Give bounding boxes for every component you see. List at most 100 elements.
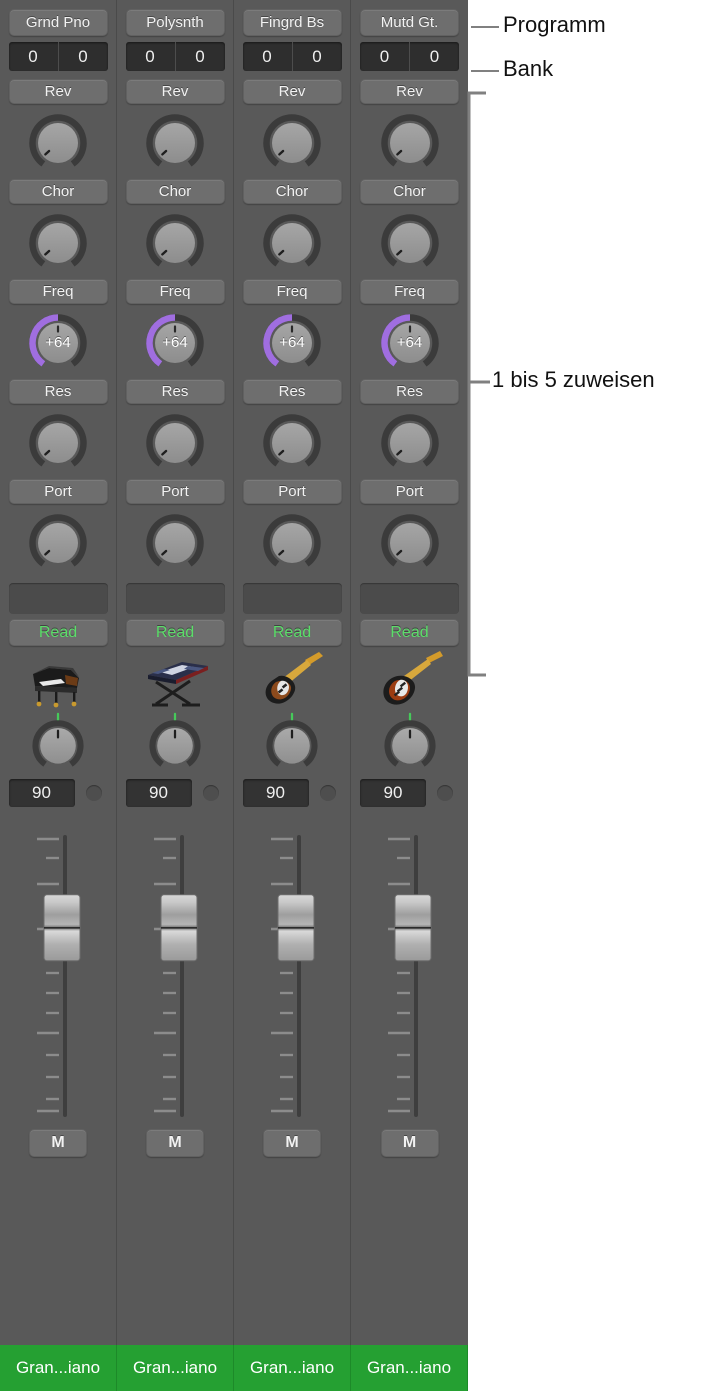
knob-rev[interactable] xyxy=(378,110,442,174)
level-value-field[interactable]: 90 xyxy=(8,779,75,807)
knob-chor[interactable] xyxy=(378,210,442,274)
parameter-label-port[interactable]: Port xyxy=(125,479,225,504)
pan-knob[interactable] xyxy=(145,712,205,772)
knob-freq[interactable]: +64 xyxy=(26,310,90,374)
level-value-row: 90 xyxy=(242,779,342,807)
knob-chor[interactable] xyxy=(143,210,207,274)
knob-port[interactable] xyxy=(260,510,324,574)
knob-rev[interactable] xyxy=(260,110,324,174)
automation-blank-slot[interactable] xyxy=(125,583,225,614)
knob-port[interactable] xyxy=(26,510,90,574)
track-name-plate[interactable]: Gran...iano xyxy=(234,1345,351,1391)
mute-button[interactable]: M xyxy=(29,1129,87,1157)
program-name-button[interactable]: Fingrd Bs xyxy=(242,9,342,36)
channel-strip-3: Fingrd Bs 0 0 Rev Chor Freq +64 Res Port Read… xyxy=(234,0,351,1391)
electric-guitar-icon xyxy=(360,648,459,710)
knob-chor[interactable] xyxy=(260,210,324,274)
parameter-label-freq[interactable]: Freq xyxy=(360,279,459,304)
knob-freq[interactable]: +64 xyxy=(378,310,442,374)
automation-blank-slot[interactable] xyxy=(8,583,108,614)
parameter-label-port[interactable]: Port xyxy=(8,479,108,504)
bank-value[interactable]: 0 xyxy=(360,42,410,71)
track-name-plate[interactable]: Gran...iano xyxy=(117,1345,234,1391)
parameter-label-chor[interactable]: Chor xyxy=(242,179,342,204)
automation-mode-button[interactable]: Read xyxy=(8,619,108,646)
pan-knob[interactable] xyxy=(262,712,322,772)
parameter-label-rev[interactable]: Rev xyxy=(8,79,108,104)
program-value[interactable]: 0 xyxy=(59,42,108,71)
program-value[interactable]: 0 xyxy=(176,42,225,71)
activity-led-icon xyxy=(85,785,102,801)
knob-res[interactable] xyxy=(143,410,207,474)
knob-chor[interactable] xyxy=(26,210,90,274)
callout-label-assign: 1 bis 5 zuweisen xyxy=(492,367,655,392)
parameter-knob-group: Rev Chor Freq +64 Res Port xyxy=(8,71,108,579)
bank-program-field[interactable]: 0 0 xyxy=(242,42,342,71)
knob-freq[interactable]: +64 xyxy=(260,310,324,374)
channel-strip-2: Polysnth 0 0 Rev Chor Freq +64 Res Port Read … xyxy=(117,0,234,1391)
bank-program-field[interactable]: 0 0 xyxy=(125,42,225,71)
parameter-label-res[interactable]: Res xyxy=(125,379,225,404)
program-value[interactable]: 0 xyxy=(410,42,459,71)
parameter-label-chor[interactable]: Chor xyxy=(125,179,225,204)
parameter-label-port[interactable]: Port xyxy=(360,479,459,504)
knob-port[interactable] xyxy=(378,510,442,574)
knob-res[interactable] xyxy=(260,410,324,474)
knob-rev[interactable] xyxy=(26,110,90,174)
automation-mode-button[interactable]: Read xyxy=(242,619,342,646)
program-name-button[interactable]: Mutd Gt. xyxy=(360,9,459,36)
automation-blank-slot[interactable] xyxy=(360,583,459,614)
knob-rev[interactable] xyxy=(143,110,207,174)
volume-fader[interactable] xyxy=(360,827,459,1119)
parameter-label-res[interactable]: Res xyxy=(8,379,108,404)
mute-button[interactable]: M xyxy=(263,1129,321,1157)
level-value-field[interactable]: 90 xyxy=(125,779,192,807)
track-name-plate[interactable]: Gran...iano xyxy=(0,1345,117,1391)
automation-mode-button[interactable]: Read xyxy=(360,619,459,646)
automation-mode-button[interactable]: Read xyxy=(125,619,225,646)
parameter-label-rev[interactable]: Rev xyxy=(360,79,459,104)
knob-res[interactable] xyxy=(26,410,90,474)
level-value-field[interactable]: 90 xyxy=(360,779,426,807)
pan-knob[interactable] xyxy=(28,712,88,772)
parameter-label-rev[interactable]: Rev xyxy=(242,79,342,104)
level-value-row: 90 xyxy=(360,779,459,807)
callout-label-bank: Bank xyxy=(503,56,554,81)
parameter-label-res[interactable]: Res xyxy=(360,379,459,404)
mute-button[interactable]: M xyxy=(146,1129,204,1157)
knob-freq[interactable]: +64 xyxy=(143,310,207,374)
bank-value[interactable]: 0 xyxy=(126,42,176,71)
bank-program-field[interactable]: 0 0 xyxy=(360,42,459,71)
volume-fader[interactable] xyxy=(243,827,342,1119)
bank-value[interactable]: 0 xyxy=(243,42,293,71)
keyboard-stand-icon xyxy=(126,648,225,710)
program-value[interactable]: 0 xyxy=(293,42,342,71)
bank-program-field[interactable]: 0 0 xyxy=(8,42,108,71)
mute-button[interactable]: M xyxy=(380,1129,439,1157)
parameter-label-freq[interactable]: Freq xyxy=(125,279,225,304)
volume-fader[interactable] xyxy=(9,827,108,1119)
knob-res[interactable] xyxy=(378,410,442,474)
parameter-label-freq[interactable]: Freq xyxy=(8,279,108,304)
grand-piano-icon xyxy=(9,648,108,710)
parameter-label-freq[interactable]: Freq xyxy=(242,279,342,304)
parameter-knob-group: Rev Chor Freq +64 Res Port xyxy=(360,71,459,579)
automation-blank-slot[interactable] xyxy=(242,583,342,614)
parameter-label-chor[interactable]: Chor xyxy=(8,179,108,204)
volume-fader[interactable] xyxy=(126,827,225,1119)
parameter-label-rev[interactable]: Rev xyxy=(125,79,225,104)
knob-port[interactable] xyxy=(143,510,207,574)
program-name-button[interactable]: Grnd Pno xyxy=(8,9,108,36)
pan-knob[interactable] xyxy=(380,712,440,772)
parameter-label-res[interactable]: Res xyxy=(242,379,342,404)
level-value-field[interactable]: 90 xyxy=(242,779,309,807)
callout-label-programm: Programm xyxy=(503,12,606,37)
parameter-label-port[interactable]: Port xyxy=(242,479,342,504)
bank-value[interactable]: 0 xyxy=(9,42,59,71)
track-name-plate[interactable]: Gran...iano xyxy=(351,1345,468,1391)
program-name-button[interactable]: Polysnth xyxy=(125,9,225,36)
activity-led-icon xyxy=(202,785,219,801)
midi-mixer-panel: Grnd Pno 0 0 Rev Chor Freq +64 Res Port Read … xyxy=(0,0,468,1391)
parameter-knob-group: Rev Chor Freq +64 Res Port xyxy=(125,71,225,579)
parameter-label-chor[interactable]: Chor xyxy=(360,179,459,204)
